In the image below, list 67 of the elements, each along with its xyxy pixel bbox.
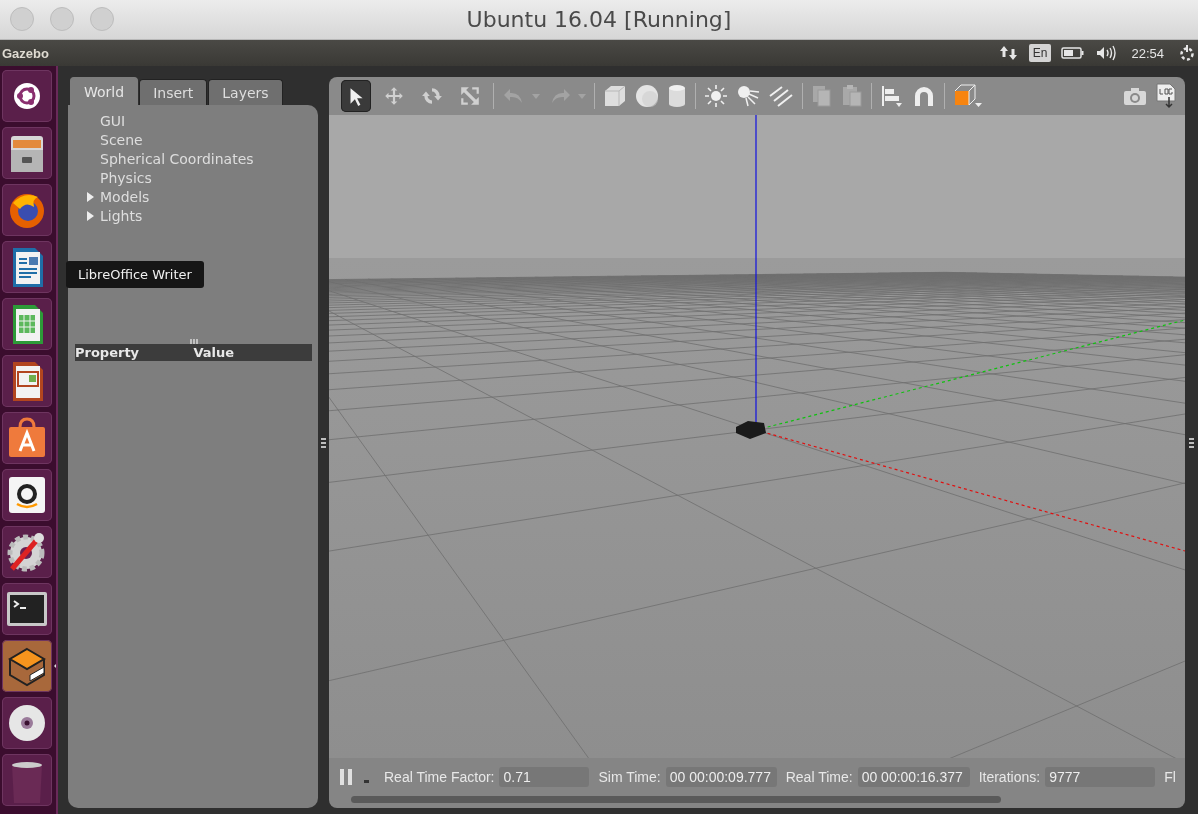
speaker-icon[interactable] xyxy=(1095,45,1118,61)
launcher-item[interactable] xyxy=(2,526,52,578)
stat-label: Real Time: xyxy=(785,769,853,785)
splitter-handle-icon[interactable] xyxy=(190,339,198,344)
launcher-item[interactable] xyxy=(2,355,52,407)
stat-field: 9777 xyxy=(1045,767,1156,787)
column-header: Value xyxy=(193,345,236,360)
align-icon[interactable] xyxy=(880,84,904,108)
stat-field: 00 00:00:09.777 xyxy=(665,767,777,787)
scale-icon xyxy=(459,85,481,107)
tree-item[interactable]: Physics xyxy=(100,169,152,186)
panel-tab[interactable]: Insert xyxy=(139,79,208,105)
stat-label: Sim Time: xyxy=(598,769,661,785)
splitter-handle-icon[interactable] xyxy=(321,436,326,449)
magnet-icon[interactable] xyxy=(912,84,936,108)
stat-field: 00 00:00:16.377 xyxy=(857,767,970,787)
sun-icon[interactable] xyxy=(704,84,728,108)
tree-item[interactable]: Models xyxy=(100,188,150,205)
app-name: Gazebo xyxy=(2,45,49,61)
launcher-item[interactable] xyxy=(2,697,52,749)
stat-label: Real Time Factor: xyxy=(384,769,495,785)
launcher-item[interactable] xyxy=(2,469,52,521)
column-header: Property xyxy=(75,345,141,360)
launcher-item[interactable] xyxy=(2,412,52,464)
expand-arrow-icon[interactable] xyxy=(87,191,94,202)
launcher-item[interactable] xyxy=(2,241,52,293)
directional-light-icon[interactable] xyxy=(768,84,794,108)
launcher-item[interactable] xyxy=(2,583,52,635)
paste-icon[interactable] xyxy=(841,84,863,108)
stat-field: 0.71 xyxy=(499,767,590,787)
box-icon[interactable] xyxy=(603,84,627,108)
spotlight-icon[interactable] xyxy=(736,84,760,108)
clock[interactable]: 22:54 xyxy=(1131,45,1164,61)
network-icon[interactable] xyxy=(998,44,1019,62)
tooltip: LibreOffice Writer xyxy=(66,261,204,288)
window-title: Ubuntu 16.04 [Running] xyxy=(466,7,732,32)
panel-tab[interactable]: World xyxy=(70,77,139,105)
battery-icon[interactable] xyxy=(1061,46,1086,60)
power-icon[interactable] xyxy=(1178,44,1196,62)
copy-icon[interactable] xyxy=(811,84,833,108)
launcher-item[interactable] xyxy=(2,640,52,692)
splitter-handle-icon[interactable] xyxy=(1189,436,1194,449)
stat-label: Iterations: xyxy=(978,769,1041,785)
dash-button[interactable] xyxy=(2,70,52,122)
view-angle-icon[interactable] xyxy=(953,83,983,109)
tree-item[interactable]: GUI xyxy=(100,112,126,129)
pause-icon[interactable] xyxy=(339,768,353,786)
launcher-item[interactable] xyxy=(2,298,52,350)
launcher-item[interactable] xyxy=(2,754,52,806)
tree-item[interactable]: Spherical Coordinates xyxy=(100,150,254,167)
expand-arrow-icon[interactable] xyxy=(87,210,94,221)
select-tool-button[interactable] xyxy=(341,80,371,112)
tree-item[interactable]: Lights xyxy=(100,207,143,224)
launcher-item[interactable] xyxy=(2,184,52,236)
move-arrows-icon xyxy=(383,85,405,107)
step-icon[interactable] xyxy=(364,779,369,783)
keyboard-layout-indicator[interactable]: En xyxy=(1028,44,1052,62)
panel-tab[interactable]: Layers xyxy=(208,79,283,105)
sphere-icon[interactable] xyxy=(635,84,659,108)
rotate-icon xyxy=(421,85,443,107)
stat-label: Fl xyxy=(1164,769,1176,785)
log-file-icon[interactable] xyxy=(1155,83,1177,109)
launcher-item[interactable] xyxy=(2,127,52,179)
camera-icon[interactable] xyxy=(1123,85,1147,107)
scrollbar-thumb[interactable] xyxy=(351,796,1001,803)
tree-item[interactable]: Scene xyxy=(100,131,143,148)
cylinder-icon[interactable] xyxy=(667,84,687,108)
